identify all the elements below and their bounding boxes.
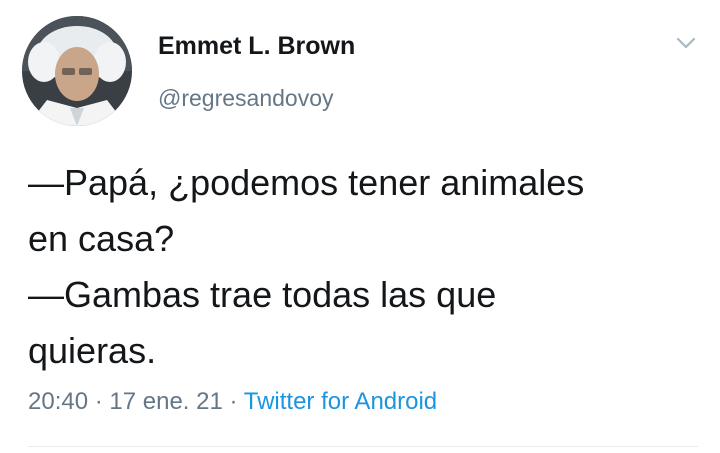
tweet-time[interactable]: 20:40: [28, 388, 88, 415]
author-handle[interactable]: @regresandovoy: [158, 85, 334, 112]
meta-separator: ·: [222, 388, 244, 415]
author-name[interactable]: Emmet L. Brown: [158, 32, 355, 61]
tweet-card: Emmet L. Brown @regresandovoy —Papá, ¿po…: [0, 0, 720, 453]
avatar[interactable]: [22, 16, 132, 126]
tweet-date[interactable]: 17 ene. 21: [109, 388, 222, 415]
avatar-image: [22, 16, 132, 126]
tweet-text-line: quieras.: [28, 330, 157, 371]
meta-separator: ·: [88, 388, 110, 415]
tweet-source-link[interactable]: Twitter for Android: [244, 388, 437, 415]
tweet-text: —Papá, ¿podemos tener animales en casa? …: [28, 155, 698, 379]
tweet-text-line: en casa?: [28, 218, 175, 259]
tweet-text-line: —Gambas trae todas las que: [28, 274, 497, 315]
divider: [28, 446, 698, 447]
chevron-down-icon[interactable]: [674, 34, 698, 52]
tweet-text-line: —Papá, ¿podemos tener animales: [28, 162, 585, 203]
tweet-meta: 20:40 · 17 ene. 21 · Twitter for Android: [28, 388, 437, 416]
